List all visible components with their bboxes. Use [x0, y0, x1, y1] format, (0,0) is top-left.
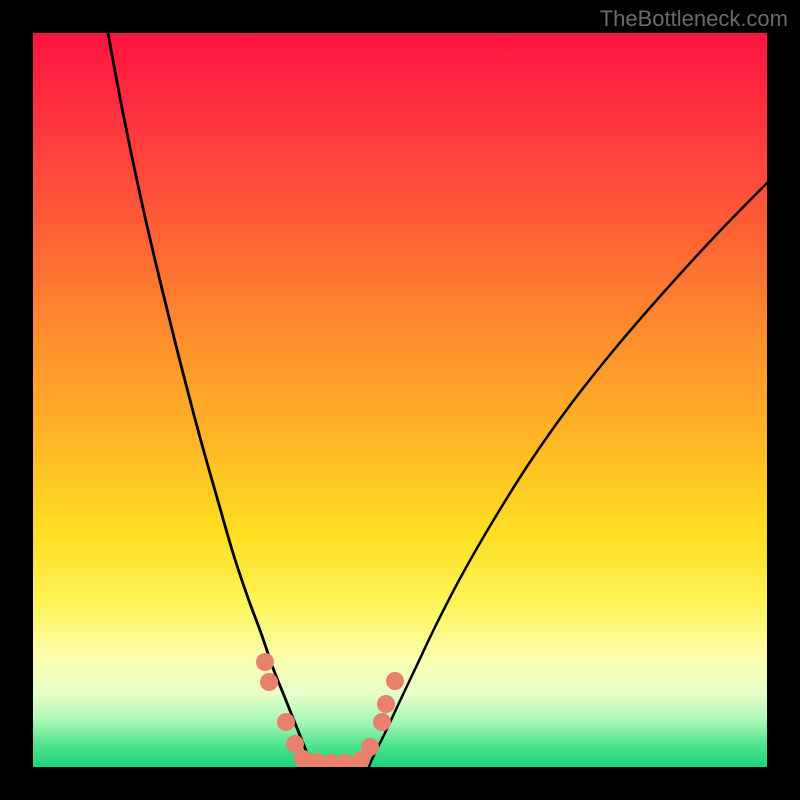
plot-area: [33, 33, 767, 767]
marker-point: [277, 713, 295, 731]
marker-point: [260, 673, 278, 691]
watermark-text: TheBottleneck.com: [600, 6, 788, 32]
marker-point: [361, 738, 379, 756]
chart-svg: [33, 33, 767, 767]
curve-right-branch: [369, 183, 767, 766]
curve-left-branch: [108, 33, 313, 766]
marker-point: [256, 653, 274, 671]
marker-point: [377, 695, 395, 713]
marker-layer: [256, 653, 404, 767]
curve-layer: [108, 33, 767, 766]
chart-frame: TheBottleneck.com: [0, 0, 800, 800]
marker-point: [373, 713, 391, 731]
marker-point: [386, 672, 404, 690]
marker-point: [336, 754, 354, 767]
